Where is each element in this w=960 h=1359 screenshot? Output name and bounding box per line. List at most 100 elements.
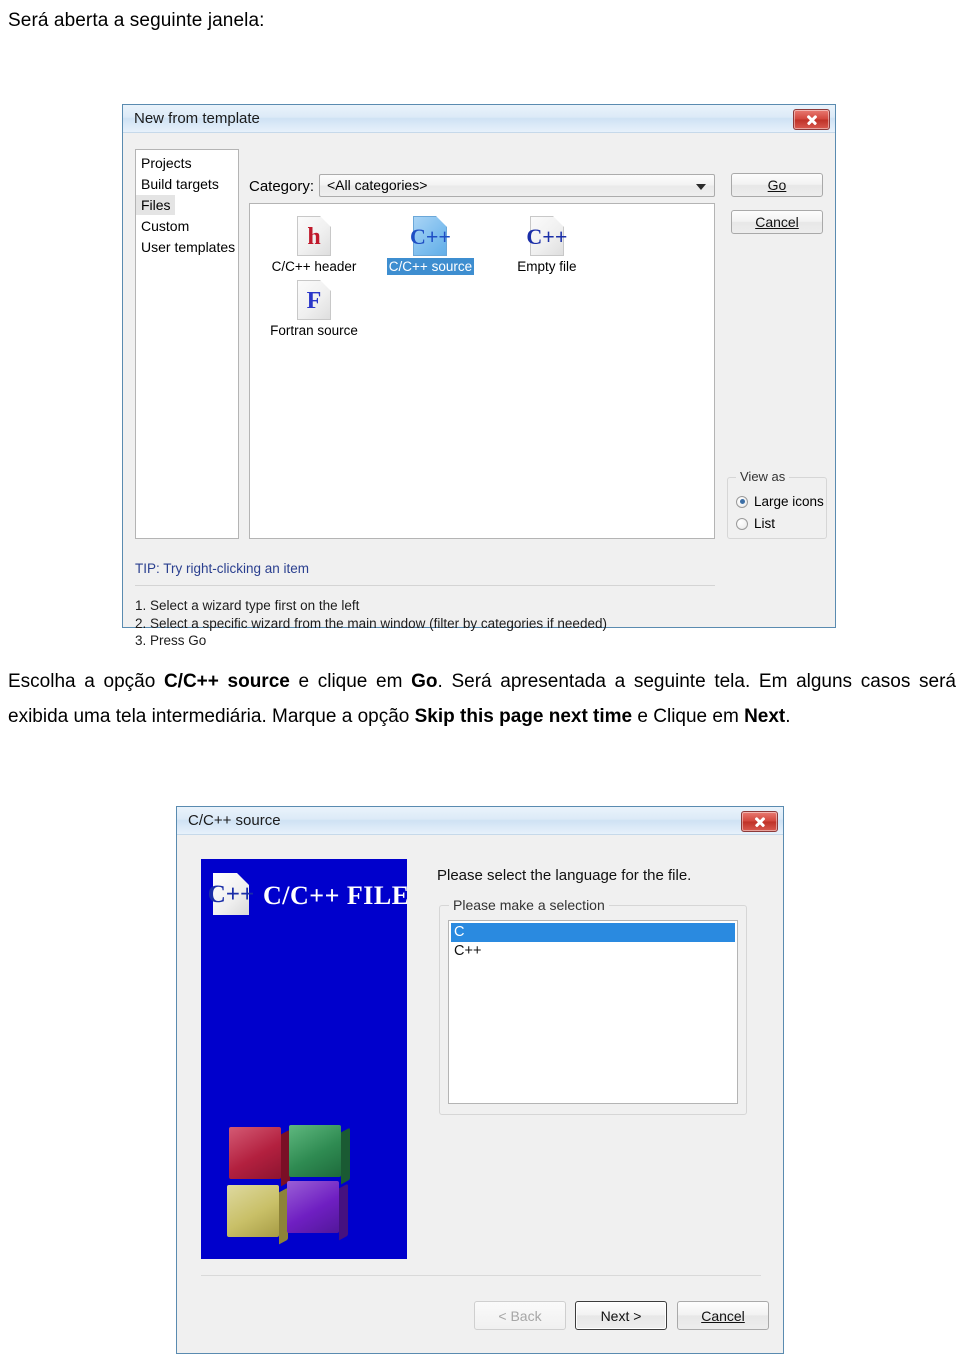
icon-wrap: F [258,278,370,322]
list-item: User templates [136,237,238,258]
text-run: . [785,706,791,727]
wizard-type-projects[interactable]: Projects [136,153,196,173]
list-item: Custom [136,216,238,237]
page-intro-text: Será aberta a seguinte janela: [8,10,265,31]
template-gallery[interactable]: h C/C++ header C++ C/C++ source C++ Empt… [249,203,715,539]
radio-list[interactable]: List [736,516,775,531]
c-cpp-source-file-icon: C++ [410,216,451,256]
radio-button-icon [736,517,748,530]
template-item-fortran-source[interactable]: F Fortran source [258,278,370,340]
dialog-title: C/C++ source [188,812,281,829]
instruction-step-1: 1. Select a wizard type first on the lef… [135,598,360,613]
icon-wrap: C++ [374,214,486,258]
c-cpp-file-icon: C++ [208,873,254,915]
text-run: e Clique em [632,706,745,727]
close-icon[interactable] [793,109,830,130]
emphasis-run: Next [744,706,786,727]
page-fold-corner [320,280,331,291]
dialog-body: Projects Build targets Files Custom User… [123,133,835,648]
empty-file-icon: C++ [526,216,567,256]
c-cpp-header-file-icon: h [297,216,331,256]
view-as-group: View as Large icons List [727,469,827,539]
back-button-label: < Back [498,1307,542,1324]
language-option-c[interactable]: C [451,923,735,942]
banner-cpp-glyph: C++ [207,880,255,908]
template-item-empty-file[interactable]: C++ Empty file [491,214,603,276]
cancel-button-label: Cancel [701,1307,745,1324]
category-combobox[interactable]: <All categories> [319,174,715,197]
cube-face [227,1185,279,1237]
list-item: Build targets [136,174,238,195]
cube-red [229,1127,290,1187]
icon-wrap: C++ [491,214,603,258]
template-label: Fortran source [270,323,358,338]
selection-group-title: Please make a selection [449,897,609,913]
category-label: Category: [249,178,315,195]
back-button[interactable]: < Back [474,1301,566,1330]
wizard-type-list[interactable]: Projects Build targets Files Custom User… [135,149,239,539]
radio-large-icons[interactable]: Large icons [736,494,824,509]
cube-green [289,1125,350,1185]
page-fold-corner [320,216,331,227]
cube-purple [287,1181,348,1241]
go-button-label: Go [767,177,787,193]
page-body-paragraph: Escolha a opção C/C++ source e clique em… [8,664,956,734]
wizard-type-files[interactable]: Files [136,195,175,215]
view-as-group-title: View as [736,469,790,484]
page-fold-corner [237,873,249,885]
source-cpp-glyph: C++ [409,224,451,249]
radio-large-icons-label: Large icons [754,494,824,509]
template-label-selected: C/C++ source [386,258,475,275]
template-item-c-cpp-source[interactable]: C++ C/C++ source [374,214,486,276]
cube-side [339,1183,348,1241]
cube-face [289,1125,341,1177]
cancel-button[interactable]: Cancel [731,210,823,234]
list-item: Projects [136,153,238,174]
fortran-source-file-icon: F [297,280,331,320]
banner-title: C/C++ FILE [263,881,407,910]
instruction-step-2: 2. Select a specific wizard from the mai… [135,615,607,631]
instructions-list: 1. Select a wizard type first on the lef… [135,597,607,650]
cube-face [287,1181,339,1233]
go-button[interactable]: Go [731,173,823,197]
divider [201,1275,761,1276]
wizard-banner: C++ C/C++ FILE [201,859,407,1259]
empty-cpp-glyph: C++ [526,224,568,249]
cancel-button[interactable]: Cancel [677,1301,769,1330]
emphasis-run: Skip this page next time [414,706,633,727]
template-label: Empty file [517,259,577,274]
radio-list-label: List [754,516,776,531]
tip-text: TIP: Try right-clicking an item [135,561,310,576]
fortran-f-glyph: F [306,288,322,314]
radio-button-icon [736,495,748,508]
dialog-body: C++ C/C++ FILE Please select the languag… [177,835,783,1353]
template-label: C/C++ header [271,259,357,274]
cubes-illustration [227,1125,350,1245]
chevron-down-icon [696,184,706,190]
icon-wrap: h [258,214,370,258]
wizard-type-user-templates[interactable]: User templates [136,237,238,257]
selection-group: Please make a selection C C++ [439,897,747,1115]
language-option-cpp[interactable]: C++ [451,942,735,961]
wizard-prompt-text: Please select the language for the file. [437,867,692,884]
instruction-step-3: 3. Press Go [135,633,207,648]
text-run: Escolha a opção [8,671,164,692]
cancel-button-label: Cancel [755,214,799,230]
cube-face [229,1127,281,1179]
divider [135,585,715,586]
next-button-label: Next > [600,1307,642,1324]
dialog-titlebar: C/C++ source [177,807,783,835]
category-selected-value: <All categories> [327,177,428,193]
ccpp-source-wizard-dialog: C/C++ source C++ C/C++ FILE Please selec… [176,806,784,1354]
close-icon[interactable] [741,811,778,832]
wizard-type-custom[interactable]: Custom [136,216,193,236]
emphasis-run: C/C++ source [163,671,290,692]
list-item: Files [136,195,238,216]
template-item-c-cpp-header[interactable]: h C/C++ header [258,214,370,276]
cube-yellow [227,1185,288,1245]
header-h-glyph: h [307,224,321,250]
new-from-template-dialog: New from template Projects Build targets… [122,104,836,648]
wizard-type-build-targets[interactable]: Build targets [136,174,223,194]
next-button[interactable]: Next > [575,1301,667,1330]
language-listbox[interactable]: C C++ [448,920,738,1104]
